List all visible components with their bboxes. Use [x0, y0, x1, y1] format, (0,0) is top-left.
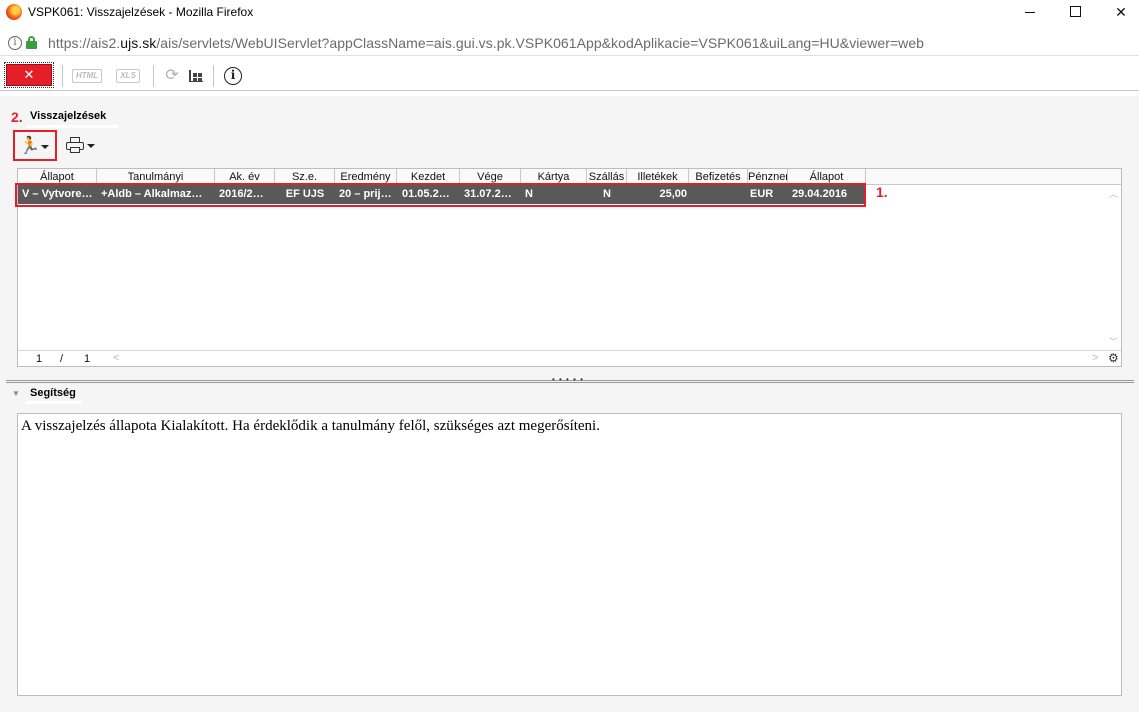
gear-icon[interactable]: ⚙ — [1108, 351, 1119, 365]
column-header[interactable]: Sz.e. — [275, 169, 335, 184]
column-header[interactable]: Állapot — [18, 169, 97, 184]
toolbar-separator — [213, 65, 214, 87]
refresh-icon[interactable]: ⟳ — [163, 67, 181, 85]
window-title: VSPK061: Visszajelzések - Mozilla Firefo… — [28, 5, 254, 19]
tab-visszajelzesek[interactable]: Visszajelzések — [30, 110, 107, 128]
table-pager: 1 / 1 < > ⚙ — [18, 350, 1121, 366]
page-current: 1 — [36, 353, 43, 365]
scroll-down-icon[interactable]: ﹀ — [1109, 335, 1118, 348]
minimize-icon — [1025, 12, 1035, 13]
print-menu-button[interactable] — [64, 134, 98, 158]
toolbar-separator — [153, 65, 154, 87]
column-header[interactable]: Pénznem — [748, 169, 788, 184]
column-header[interactable]: Eredmény — [335, 169, 397, 184]
chevron-down-icon — [87, 144, 95, 148]
page-info-icon[interactable]: i — [8, 36, 22, 50]
column-header[interactable]: Kártya — [521, 169, 587, 184]
running-person-icon: 🏃 — [19, 136, 41, 155]
help-panel-title: Segítség — [30, 387, 76, 399]
column-header[interactable]: Befizetés — [689, 169, 748, 184]
annotation-marker-2: 2. — [11, 109, 23, 125]
address-bar[interactable]: i https://ais2.ujs.sk/ais/servlets/WebUI… — [0, 30, 1139, 56]
maximize-button[interactable] — [1053, 0, 1099, 24]
chevron-down-icon — [41, 145, 49, 149]
column-header[interactable]: Ak. év — [215, 169, 275, 184]
column-header[interactable]: Kezdet — [397, 169, 460, 184]
column-header[interactable]: Illetékek — [627, 169, 689, 184]
minimize-button[interactable] — [1007, 0, 1053, 24]
toolbar-separator — [62, 65, 63, 87]
scroll-left-icon[interactable]: < — [113, 352, 119, 364]
page-separator: / — [60, 353, 64, 365]
column-header[interactable]: Szállás — [587, 169, 627, 184]
app-toolbar: ✕ HTML XLS ⟳ i — [0, 61, 1139, 91]
scroll-up-icon[interactable]: ︿ — [1109, 187, 1118, 200]
collapse-icon[interactable]: ▼ — [12, 389, 20, 398]
column-header[interactable]: Állapot — [788, 169, 866, 184]
maximize-icon — [1070, 6, 1081, 17]
page-total: 1 — [84, 353, 91, 365]
grid-settings-icon[interactable] — [188, 67, 204, 85]
printer-icon — [66, 137, 84, 153]
about-info-button[interactable]: i — [224, 67, 242, 85]
vertical-scrollbar[interactable]: ︿ ﹀ — [1106, 185, 1120, 350]
splitter-grip-icon[interactable]: • • • • • — [552, 375, 584, 384]
secure-lock-icon[interactable] — [26, 36, 37, 49]
help-text: A visszajelzés állapota Kialakított. Ha … — [21, 418, 600, 434]
action-menu-button[interactable]: 🏃 — [13, 130, 57, 161]
help-panel: A visszajelzés állapota Kialakított. Ha … — [17, 413, 1122, 696]
column-header[interactable]: Vége — [460, 169, 521, 184]
visszajelzesek-table: Állapot Tanulmányi Ak. év Sz.e. Eredmény… — [15, 168, 1122, 367]
annotation-marker-1: 1. — [876, 184, 888, 200]
window-close-button[interactable]: ✕ — [1098, 0, 1139, 24]
close-app-button[interactable]: ✕ — [4, 62, 54, 88]
scroll-right-icon[interactable]: > — [1092, 352, 1098, 364]
row-highlight — [15, 183, 866, 207]
firefox-logo-icon — [6, 4, 22, 20]
export-xls-button[interactable]: XLS — [116, 69, 140, 83]
column-header[interactable]: Tanulmányi — [97, 169, 215, 184]
url-text[interactable]: https://ais2.ujs.sk/ais/servlets/WebUISe… — [48, 35, 924, 51]
window-titlebar: VSPK061: Visszajelzések - Mozilla Firefo… — [0, 0, 1139, 24]
export-html-button[interactable]: HTML — [72, 69, 102, 83]
